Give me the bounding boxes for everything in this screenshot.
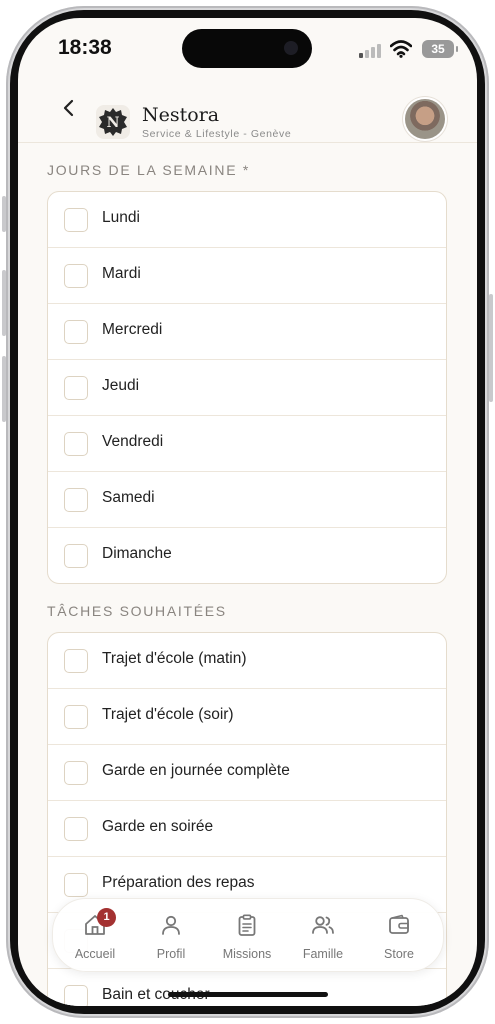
tab-label: Profil <box>156 947 186 961</box>
checkbox[interactable] <box>64 817 88 841</box>
nestora-logo: N <box>96 105 130 139</box>
svg-text:N: N <box>107 115 120 131</box>
side-button <box>2 196 6 232</box>
tab-accueil[interactable]: 1 Accueil <box>57 899 133 971</box>
brand-title: Nestora <box>142 104 220 126</box>
signal-icon <box>359 42 385 58</box>
camera-icon <box>284 41 298 55</box>
status-bar: 18:38 35 <box>18 18 477 82</box>
checkbox[interactable] <box>64 264 88 288</box>
tab-missions[interactable]: Missions <box>209 899 285 971</box>
back-button[interactable] <box>58 96 80 120</box>
tab-profil[interactable]: Profil <box>133 899 209 971</box>
checkbox[interactable] <box>64 488 88 512</box>
tab-label: Store <box>384 947 414 961</box>
home-indicator <box>168 992 328 997</box>
volume-down-button <box>2 356 6 422</box>
days-section-title: JOURS DE LA SEMAINE * <box>47 162 250 178</box>
checkbox[interactable] <box>64 320 88 344</box>
day-option-samedi[interactable]: Samedi <box>48 472 446 528</box>
day-option-mercredi[interactable]: Mercredi <box>48 304 446 360</box>
task-label: Trajet d'école (matin) <box>102 650 247 667</box>
people-icon <box>312 916 334 934</box>
bottom-tab-bar: 1 Accueil Profil Missions Famille Store <box>52 898 444 972</box>
chevron-left-icon <box>63 99 74 117</box>
tab-store[interactable]: Store <box>361 899 437 971</box>
day-option-vendredi[interactable]: Vendredi <box>48 416 446 472</box>
day-label: Mardi <box>102 265 141 282</box>
days-card: Lundi Mardi Mercredi Jeudi Vendredi Same… <box>47 191 447 584</box>
checkbox[interactable] <box>64 432 88 456</box>
checkbox[interactable] <box>64 761 88 785</box>
task-option-garde-journee[interactable]: Garde en journée complète <box>48 745 446 801</box>
checkbox[interactable] <box>64 649 88 673</box>
notification-badge: 1 <box>97 908 116 927</box>
task-label: Préparation des repas <box>102 874 255 891</box>
task-option-trajet-matin[interactable]: Trajet d'école (matin) <box>48 633 446 689</box>
checkbox[interactable] <box>64 705 88 729</box>
task-label: Garde en journée complète <box>102 762 290 779</box>
checkbox[interactable] <box>64 873 88 897</box>
task-option-trajet-soir[interactable]: Trajet d'école (soir) <box>48 689 446 745</box>
checkbox[interactable] <box>64 208 88 232</box>
task-label: Trajet d'école (soir) <box>102 706 234 723</box>
avatar[interactable] <box>405 99 445 139</box>
day-option-mardi[interactable]: Mardi <box>48 248 446 304</box>
tab-label: Famille <box>302 947 344 961</box>
volume-up-button <box>2 270 6 336</box>
checkbox[interactable] <box>64 544 88 568</box>
wallet-icon <box>389 914 409 934</box>
status-time: 18:38 <box>58 36 112 59</box>
day-label: Mercredi <box>102 321 163 338</box>
day-label: Samedi <box>102 489 155 506</box>
task-option-bain-coucher[interactable]: Bain et coucher <box>48 969 446 1006</box>
tasks-section-title: TÂCHES SOUHAITÉES <box>47 603 227 619</box>
screen: 18:38 35 N Nestora Service & Lifestyle -… <box>18 18 477 1006</box>
tab-famille[interactable]: Famille <box>285 899 361 971</box>
person-icon <box>162 915 180 935</box>
brand-subtitle: Service & Lifestyle - Genève <box>142 128 292 140</box>
checkbox[interactable] <box>64 376 88 400</box>
clipboard-icon <box>238 914 256 936</box>
dynamic-island <box>182 29 312 68</box>
task-label: Garde en soirée <box>102 818 214 835</box>
task-option-garde-soiree[interactable]: Garde en soirée <box>48 801 446 857</box>
power-button <box>489 294 493 402</box>
day-label: Dimanche <box>102 545 172 562</box>
tab-label: Missions <box>222 947 272 961</box>
wifi-icon <box>389 40 413 58</box>
day-option-jeudi[interactable]: Jeudi <box>48 360 446 416</box>
day-label: Jeudi <box>102 377 140 394</box>
tab-label: Accueil <box>74 947 116 961</box>
battery-indicator: 35 <box>422 40 458 58</box>
day-label: Lundi <box>102 209 140 226</box>
day-label: Vendredi <box>102 433 164 450</box>
checkbox[interactable] <box>64 985 88 1006</box>
app-header: N Nestora Service & Lifestyle - Genève <box>18 82 477 143</box>
day-option-lundi[interactable]: Lundi <box>48 192 446 248</box>
day-option-dimanche[interactable]: Dimanche <box>48 528 446 583</box>
